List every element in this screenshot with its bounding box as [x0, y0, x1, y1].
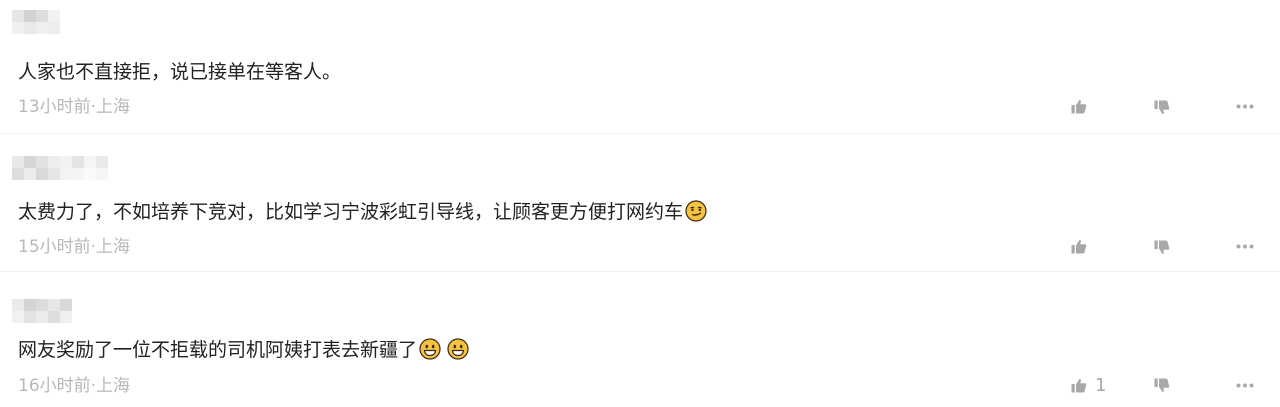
more-dots-icon — [1236, 383, 1254, 388]
comment-text: 网友奖励了一位不拒载的司机阿姨打表去新疆了 — [18, 339, 418, 361]
thumbs-up-icon — [1071, 379, 1087, 393]
comment-text: 人家也不直接拒，说已接单在等客人。 — [18, 61, 342, 83]
like-button[interactable]: 1 — [1071, 375, 1106, 396]
blurred-username[interactable] — [12, 10, 60, 34]
comment-meta: 13小时前·上海 — [18, 97, 131, 117]
more-dots-icon — [1236, 244, 1254, 249]
more-button[interactable] — [1236, 104, 1254, 109]
comment-item: 太费力了，不如培养下竞对，比如学习宁波彩虹引导线，让顾客更方便打网约车 15小时… — [0, 134, 1280, 272]
comment-item: 网友奖励了一位不拒载的司机阿姨打表去新疆了 16小时前·上海 1 — [0, 272, 1280, 407]
dislike-button[interactable] — [1154, 240, 1170, 255]
thumbs-down-icon — [1154, 378, 1170, 392]
thumbs-up-icon — [1071, 240, 1087, 254]
smirk-emoji-icon — [685, 200, 707, 222]
blurred-username[interactable] — [12, 156, 108, 180]
grin-emoji-icon — [419, 338, 441, 360]
more-button[interactable] — [1236, 244, 1254, 249]
thumbs-down-icon — [1154, 100, 1170, 114]
comment-meta: 16小时前·上海 — [18, 376, 131, 396]
comment-text-line: 太费力了，不如培养下竞对，比如学习宁波彩虹引导线，让顾客更方便打网约车 — [18, 198, 707, 226]
comment-text-line: 网友奖励了一位不拒载的司机阿姨打表去新疆了 — [18, 336, 469, 364]
blurred-username[interactable] — [12, 299, 72, 323]
dislike-button[interactable] — [1154, 378, 1170, 393]
comment-text: 太费力了，不如培养下竞对，比如学习宁波彩虹引导线，让顾客更方便打网约车 — [18, 201, 684, 223]
more-button[interactable] — [1236, 383, 1254, 388]
thumbs-up-icon — [1071, 100, 1087, 114]
like-button[interactable] — [1071, 99, 1093, 114]
comment-item: 人家也不直接拒，说已接单在等客人。 13小时前·上海 — [0, 0, 1280, 134]
dislike-button[interactable] — [1154, 100, 1170, 115]
like-count: 1 — [1095, 375, 1107, 396]
more-dots-icon — [1236, 104, 1254, 109]
grin-emoji-icon — [447, 338, 469, 360]
like-button[interactable] — [1071, 239, 1093, 254]
comment-meta: 15小时前·上海 — [18, 237, 131, 257]
thumbs-down-icon — [1154, 240, 1170, 254]
